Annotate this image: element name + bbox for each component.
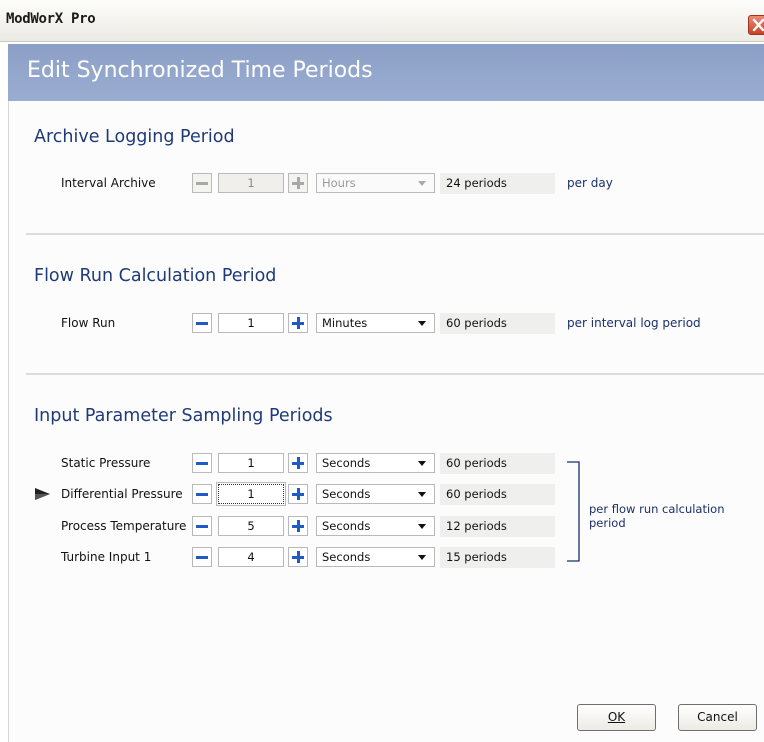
input-row-label: Differential Pressure <box>61 487 183 501</box>
bracket <box>567 461 580 562</box>
chevron-down-icon <box>418 321 426 326</box>
input-row-label: Turbine Input 1 <box>61 550 152 564</box>
input-section-title: Input Parameter Sampling Periods <box>34 406 333 426</box>
interval-archive-periods: 24 periods <box>440 173 555 194</box>
static-pressure-unit-select[interactable]: Seconds <box>316 453 435 473</box>
differential-pressure-periods: 60 periods <box>440 484 555 505</box>
static-pressure-unit-value: Seconds <box>322 456 371 470</box>
interval-archive-unit-value: Hours <box>322 176 356 190</box>
ok-button-label: OK <box>607 710 626 724</box>
close-button[interactable] <box>748 15 764 35</box>
static-pressure-periods: 60 periods <box>440 453 555 474</box>
title-bar: ModWorX Pro <box>0 0 764 42</box>
process-temperature-periods: 12 periods <box>440 516 555 537</box>
flow-run-periods: 60 periods <box>440 313 555 334</box>
process-temperature-unit-select[interactable]: Seconds <box>316 516 435 536</box>
page-title: Edit Synchronized Time Periods <box>27 58 373 83</box>
interval-archive-label: Interval Archive <box>61 176 156 190</box>
close-icon <box>752 18 764 32</box>
interval-archive-value[interactable]: 1 <box>218 173 284 193</box>
static-pressure-increment-button[interactable] <box>288 453 308 473</box>
input-per-label: per flow run calculation period <box>589 502 725 530</box>
archive-section-title: Archive Logging Period <box>34 127 235 147</box>
ok-button[interactable]: OK <box>577 704 656 731</box>
chevron-down-icon <box>418 181 426 186</box>
flow-run-value[interactable]: 1 <box>218 313 284 333</box>
turbine-input-unit-select[interactable]: Seconds <box>316 547 435 567</box>
process-temperature-decrement-button[interactable] <box>192 516 212 536</box>
turbine-input-unit-value: Seconds <box>322 550 371 564</box>
row-selector-arrow-icon <box>35 488 50 500</box>
differential-pressure-unit-value: Seconds <box>322 487 371 501</box>
divider <box>26 233 764 235</box>
cancel-button[interactable]: Cancel <box>678 704 757 731</box>
flow-run-unit-value: Minutes <box>322 316 368 330</box>
dialog-window: ModWorX Pro Edit Synchronized Time Perio… <box>0 0 764 742</box>
flow-run-label: Flow Run <box>61 316 116 330</box>
input-row-label: Static Pressure <box>61 456 151 470</box>
window-title: ModWorX Pro <box>6 11 96 27</box>
chevron-down-icon <box>418 461 426 466</box>
chevron-down-icon <box>418 492 426 497</box>
turbine-input-increment-button[interactable] <box>288 547 308 567</box>
chevron-down-icon <box>418 555 426 560</box>
differential-pressure-decrement-button[interactable] <box>192 484 212 504</box>
flow-section-title: Flow Run Calculation Period <box>34 266 277 286</box>
differential-pressure-increment-button[interactable] <box>288 484 308 504</box>
chevron-down-icon <box>418 524 426 529</box>
static-pressure-decrement-button[interactable] <box>192 453 212 473</box>
flow-run-increment-button[interactable] <box>288 313 308 333</box>
cancel-button-label: Cancel <box>697 710 738 724</box>
differential-pressure-unit-select[interactable]: Seconds <box>316 484 435 504</box>
turbine-input-decrement-button[interactable] <box>192 547 212 567</box>
flow-run-decrement-button[interactable] <box>192 313 212 333</box>
input-row-label: Process Temperature <box>61 519 187 533</box>
process-temperature-value[interactable]: 5 <box>218 516 284 536</box>
flow-run-per-label: per interval log period <box>567 316 701 330</box>
interval-archive-unit-select[interactable]: Hours <box>316 173 435 193</box>
static-pressure-value[interactable]: 1 <box>218 453 284 473</box>
interval-archive-per-label: per day <box>567 176 613 190</box>
flow-run-unit-select[interactable]: Minutes <box>316 313 435 333</box>
turbine-input-periods: 15 periods <box>440 547 555 568</box>
interval-archive-increment-button[interactable] <box>288 173 308 193</box>
process-temperature-increment-button[interactable] <box>288 516 308 536</box>
turbine-input-value[interactable]: 4 <box>218 547 284 567</box>
divider <box>26 373 764 375</box>
differential-pressure-value[interactable]: 1 <box>216 482 286 506</box>
interval-archive-decrement-button[interactable] <box>192 173 212 193</box>
header-band: Edit Synchronized Time Periods <box>8 44 764 101</box>
process-temperature-unit-value: Seconds <box>322 519 371 533</box>
